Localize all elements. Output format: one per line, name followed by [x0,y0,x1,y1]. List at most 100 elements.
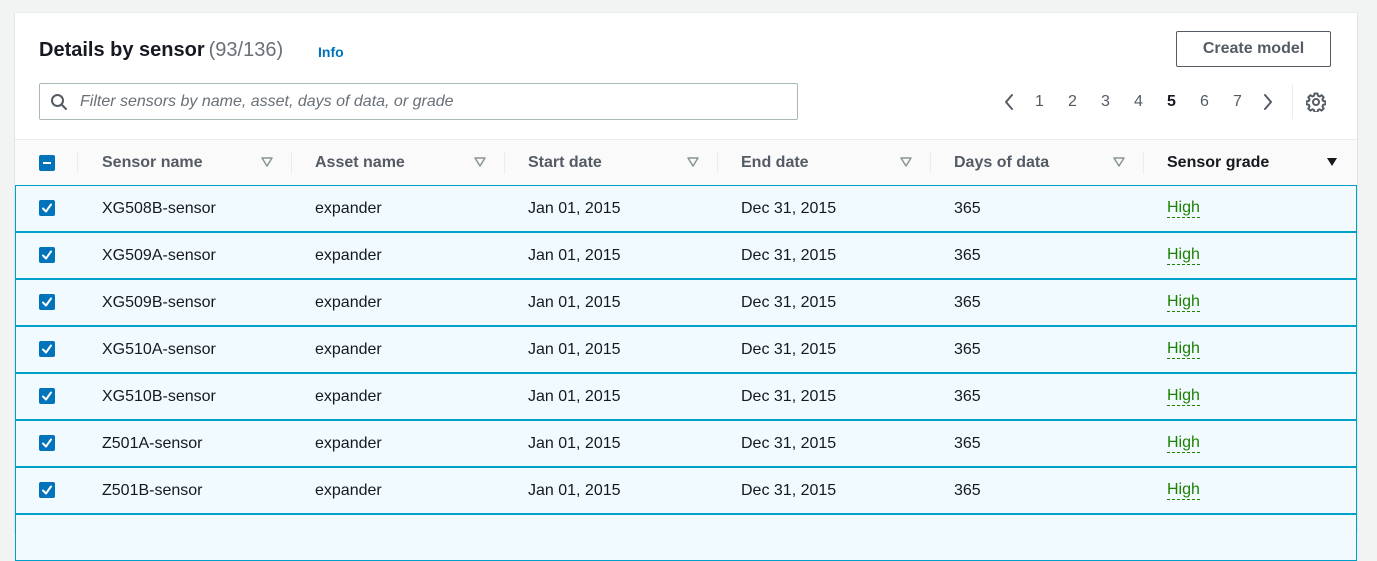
end-date-cell: Dec 31, 2015 [741,340,837,358]
table-row[interactable]: XG510B-sensor expander Jan 01, 2015 Dec 31,… [15,373,1357,420]
row-checkbox[interactable] [39,247,55,263]
grade-badge[interactable]: High [1167,246,1200,265]
column-divider [930,152,931,174]
column-header-days-of-data[interactable]: Days of data [954,140,1049,186]
page-7-button[interactable]: 7 [1221,89,1254,115]
sort-descending-icon[interactable] [1326,156,1338,168]
end-date-cell: Dec 31, 2015 [741,199,837,217]
column-header-asset-name[interactable]: Asset name [315,140,405,186]
page-3-button[interactable]: 3 [1089,89,1122,115]
row-checkbox[interactable] [39,200,55,216]
start-date-cell: Jan 01, 2015 [528,199,621,217]
start-date-cell: Jan 01, 2015 [528,387,621,405]
info-link[interactable]: Info [318,44,344,60]
sort-icon[interactable] [261,156,273,168]
table-header: Sensor name Asset name Start date End da… [15,139,1357,186]
row-checkbox[interactable] [39,482,55,498]
row-checkbox[interactable] [39,294,55,310]
asset-name-cell: expander [315,199,382,217]
search-input[interactable] [78,91,797,112]
days-of-data-cell: 365 [954,199,981,217]
sort-icon[interactable] [687,156,699,168]
page-2-button[interactable]: 2 [1056,89,1089,115]
page-6-button[interactable]: 6 [1188,89,1221,115]
table-row[interactable]: Z501A-sensor expander Jan 01, 2015 Dec 31, … [15,420,1357,467]
asset-name-cell: expander [315,340,382,358]
end-date-cell: Dec 31, 2015 [741,387,837,405]
days-of-data-cell: 365 [954,246,981,264]
indeterminate-icon [43,162,51,164]
sensor-grade-cell: High [1167,421,1200,466]
column-divider [291,152,292,174]
grade-badge[interactable]: High [1167,340,1200,359]
page-5-button[interactable]: 5 [1155,89,1188,115]
column-header-sensor-name[interactable]: Sensor name [102,140,202,186]
days-of-data-cell: 365 [954,481,981,499]
end-date-cell: Dec 31, 2015 [741,246,837,264]
next-page-button[interactable] [1254,89,1282,115]
grade-badge[interactable]: High [1167,387,1200,406]
sensor-count: (93/136) [208,39,284,61]
checkmark-icon [42,203,52,213]
sort-icon[interactable] [474,156,486,168]
row-checkbox[interactable] [39,388,55,404]
pagination: 1 2 3 4 5 6 7 [995,85,1329,119]
column-divider [504,152,505,174]
days-of-data-cell: 365 [954,340,981,358]
page-title: Details by sensor (93/136) [39,37,283,63]
column-divider [77,152,78,174]
search-field[interactable] [39,83,798,120]
days-of-data-cell: 365 [954,293,981,311]
previous-page-button[interactable] [995,89,1023,115]
table-row[interactable] [15,514,1357,561]
asset-name-cell: expander [315,481,382,499]
grade-badge[interactable]: High [1167,293,1200,312]
page-4-button[interactable]: 4 [1122,89,1155,115]
checkmark-icon [42,344,52,354]
chevron-right-icon [1264,94,1272,110]
row-checkbox[interactable] [39,341,55,357]
table-row[interactable]: XG509B-sensor expander Jan 01, 2015 Dec 31,… [15,279,1357,326]
grade-badge[interactable]: High [1167,481,1200,500]
table-row[interactable]: XG509A-sensor expander Jan 01, 2015 Dec 31,… [15,232,1357,279]
end-date-cell: Dec 31, 2015 [741,293,837,311]
sensor-name-cell: XG510A-sensor [102,340,216,358]
sort-icon[interactable] [1113,156,1125,168]
column-header-end-date[interactable]: End date [741,140,809,186]
select-all-checkbox[interactable] [39,155,55,171]
column-header-start-date[interactable]: Start date [528,140,602,186]
start-date-cell: Jan 01, 2015 [528,340,621,358]
grade-badge[interactable]: High [1167,434,1200,453]
gear-icon [1306,92,1326,112]
grade-badge[interactable]: High [1167,199,1200,218]
table-row[interactable]: Z501B-sensor expander Jan 01, 2015 Dec 31, … [15,467,1357,514]
column-divider [1143,152,1144,174]
end-date-cell: Dec 31, 2015 [741,481,837,499]
days-of-data-cell: 365 [954,434,981,452]
checkmark-icon [42,391,52,401]
sensor-grade-cell: High [1167,374,1200,419]
row-checkbox[interactable] [39,435,55,451]
start-date-cell: Jan 01, 2015 [528,246,621,264]
preferences-button[interactable] [1303,89,1329,115]
sensor-name-cell: Z501B-sensor [102,481,203,499]
table-row[interactable]: XG508B-sensor expander Jan 01, 2015 Dec 31,… [15,185,1357,232]
sensor-grade-cell: High [1167,186,1200,231]
sensor-name-cell: XG509B-sensor [102,293,216,311]
checkmark-icon [42,297,52,307]
sensor-grade-cell: High [1167,327,1200,372]
column-header-sensor-grade[interactable]: Sensor grade [1167,140,1269,186]
search-icon [51,93,67,110]
start-date-cell: Jan 01, 2015 [528,434,621,452]
sensor-name-cell: XG509A-sensor [102,246,216,264]
days-of-data-cell: 365 [954,387,981,405]
page-1-button[interactable]: 1 [1023,89,1056,115]
create-model-button[interactable]: Create model [1176,31,1331,67]
sensor-name-cell: XG508B-sensor [102,199,216,217]
table-row[interactable]: XG510A-sensor expander Jan 01, 2015 Dec 31,… [15,326,1357,373]
checkmark-icon [42,250,52,260]
start-date-cell: Jan 01, 2015 [528,481,621,499]
start-date-cell: Jan 01, 2015 [528,293,621,311]
sort-icon[interactable] [900,156,912,168]
asset-name-cell: expander [315,293,382,311]
